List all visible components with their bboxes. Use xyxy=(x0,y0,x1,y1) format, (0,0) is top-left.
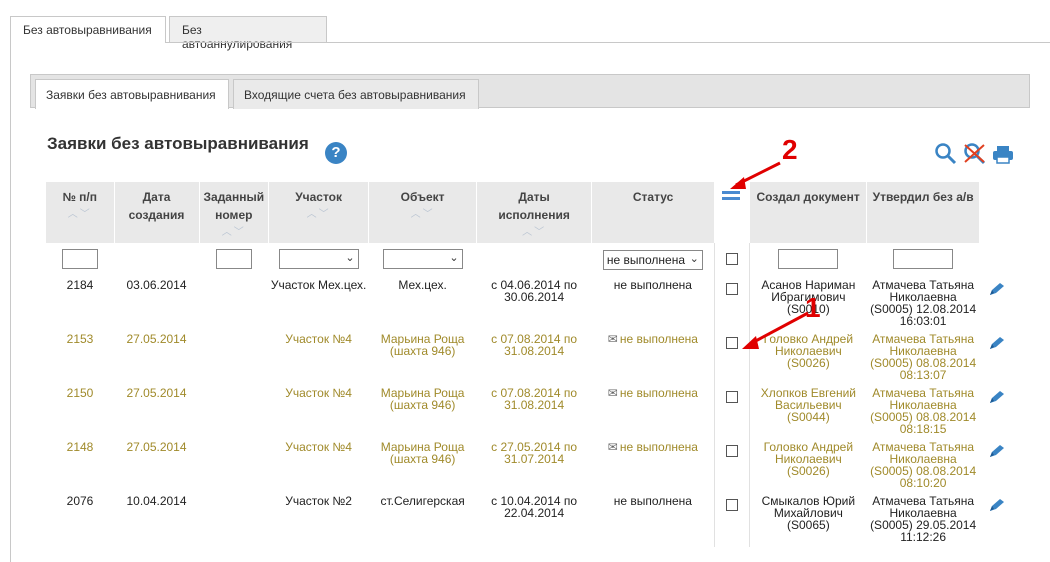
annotation-label-2: 2 xyxy=(782,134,798,165)
tab-without-autoalignment[interactable]: Без автовыравнивания xyxy=(10,16,166,43)
annotation-label-1: 1 xyxy=(805,292,821,323)
annotation-arrows xyxy=(730,161,809,349)
